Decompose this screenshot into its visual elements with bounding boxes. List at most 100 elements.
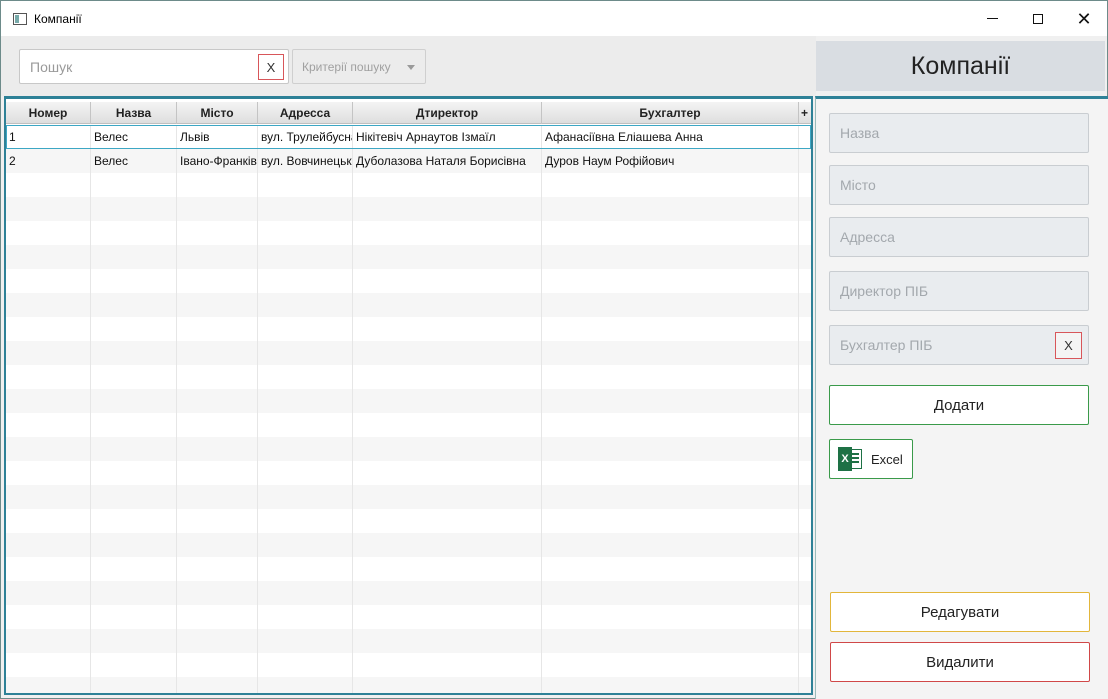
cell-director bbox=[353, 461, 542, 485]
cell-city bbox=[177, 317, 258, 341]
cell-accountant bbox=[542, 629, 799, 653]
table-row[interactable]: 1 Велес Львів вул. Трулейбусна Нікітевіч Арн… bbox=[6, 125, 811, 149]
cell-address bbox=[258, 365, 353, 389]
cell-director bbox=[353, 365, 542, 389]
cell-address bbox=[258, 605, 353, 629]
city-field[interactable] bbox=[840, 177, 1040, 193]
cell-accountant bbox=[542, 341, 799, 365]
cell-accountant bbox=[542, 413, 799, 437]
title-bar: Компанії ✕ bbox=[1, 1, 1107, 36]
cell-name bbox=[91, 629, 177, 653]
cell-director: Дуболазова Наталя Борисівна bbox=[353, 149, 542, 173]
cell-city bbox=[177, 341, 258, 365]
cell-spacer bbox=[799, 557, 811, 581]
cell-address bbox=[258, 293, 353, 317]
cell-number bbox=[6, 341, 91, 365]
cell-director bbox=[353, 677, 542, 693]
cell-address bbox=[258, 533, 353, 557]
accountant-clear-button[interactable]: X bbox=[1055, 332, 1082, 359]
cell-number bbox=[6, 485, 91, 509]
delete-button[interactable]: Видалити bbox=[830, 642, 1090, 682]
cell-spacer bbox=[799, 149, 811, 173]
cell-accountant bbox=[542, 389, 799, 413]
column-menu-button[interactable]: + bbox=[799, 102, 810, 124]
chevron-down-icon bbox=[407, 65, 415, 70]
cell-address bbox=[258, 461, 353, 485]
cell-name: Велес bbox=[91, 125, 177, 149]
table-body: 1 Велес Львів вул. Трулейбусна Нікітевіч Арн… bbox=[6, 125, 811, 693]
cell-address bbox=[258, 581, 353, 605]
cell-director bbox=[353, 317, 542, 341]
cell-spacer bbox=[799, 293, 811, 317]
cell-number bbox=[6, 413, 91, 437]
cell-director bbox=[353, 581, 542, 605]
cell-director bbox=[353, 437, 542, 461]
edit-button[interactable]: Редагувати bbox=[830, 592, 1090, 632]
cell-director bbox=[353, 341, 542, 365]
cell-name bbox=[91, 173, 177, 197]
cell-spacer bbox=[799, 197, 811, 221]
excel-export-button[interactable]: X Excel bbox=[829, 439, 913, 479]
cell-number bbox=[6, 581, 91, 605]
column-header-director[interactable]: Дтиректор bbox=[353, 102, 542, 124]
maximize-button[interactable] bbox=[1015, 1, 1061, 36]
cell-number: 1 bbox=[6, 125, 91, 149]
column-header-city[interactable]: Місто bbox=[177, 102, 258, 124]
cell-number bbox=[6, 173, 91, 197]
cell-spacer bbox=[799, 317, 811, 341]
column-header-name[interactable]: Назва bbox=[91, 102, 177, 124]
address-field[interactable] bbox=[840, 229, 1040, 245]
cell-name bbox=[91, 557, 177, 581]
cell-director bbox=[353, 221, 542, 245]
cell-director bbox=[353, 413, 542, 437]
cell-director bbox=[353, 173, 542, 197]
accountant-field[interactable] bbox=[840, 337, 1040, 353]
cell-accountant bbox=[542, 533, 799, 557]
search-input[interactable] bbox=[30, 58, 250, 75]
cell-accountant bbox=[542, 461, 799, 485]
search-criteria-select[interactable]: Критерії пошуку bbox=[292, 49, 426, 84]
cell-city bbox=[177, 245, 258, 269]
empty-table-row bbox=[6, 581, 811, 605]
cell-city bbox=[177, 677, 258, 693]
cell-director bbox=[353, 629, 542, 653]
companies-table[interactable]: Номер Назва Місто Адресса Дтиректор Бухг… bbox=[4, 96, 813, 695]
director-field-box bbox=[829, 271, 1089, 311]
empty-table-row bbox=[6, 509, 811, 533]
cell-city bbox=[177, 629, 258, 653]
column-header-accountant[interactable]: Бухгалтер bbox=[542, 102, 799, 124]
cell-number bbox=[6, 437, 91, 461]
cell-city bbox=[177, 581, 258, 605]
cell-address bbox=[258, 389, 353, 413]
director-field[interactable] bbox=[840, 283, 1040, 299]
column-header-address[interactable]: Адресса bbox=[258, 102, 353, 124]
address-field-box bbox=[829, 217, 1089, 257]
cell-address bbox=[258, 437, 353, 461]
cell-address bbox=[258, 677, 353, 693]
search-clear-button[interactable]: X bbox=[258, 54, 284, 80]
minimize-button[interactable] bbox=[969, 1, 1015, 36]
table-row[interactable]: 2ВелесІвано-Франківськвул. ВовчинецькаДу… bbox=[6, 149, 811, 173]
add-button[interactable]: Додати bbox=[829, 385, 1089, 425]
search-toolbar: X Критерії пошуку bbox=[1, 36, 816, 96]
cell-address bbox=[258, 557, 353, 581]
close-button[interactable]: ✕ bbox=[1061, 1, 1107, 36]
cell-spacer bbox=[799, 341, 811, 365]
cell-accountant bbox=[542, 485, 799, 509]
cell-number bbox=[6, 629, 91, 653]
column-header-number[interactable]: Номер bbox=[6, 102, 91, 124]
search-box: X bbox=[19, 49, 289, 84]
cell-accountant: Дуров Наум Рофійович bbox=[542, 149, 799, 173]
name-field-box bbox=[829, 113, 1089, 153]
cell-address: вул. Вовчинецька bbox=[258, 149, 353, 173]
cell-name bbox=[91, 269, 177, 293]
cell-director bbox=[353, 605, 542, 629]
cell-director bbox=[353, 197, 542, 221]
empty-table-row bbox=[6, 605, 811, 629]
empty-table-row bbox=[6, 173, 811, 197]
cell-spacer bbox=[799, 533, 811, 557]
cell-address bbox=[258, 509, 353, 533]
cell-spacer bbox=[799, 413, 811, 437]
cell-accountant bbox=[542, 173, 799, 197]
name-field[interactable] bbox=[840, 125, 1040, 141]
